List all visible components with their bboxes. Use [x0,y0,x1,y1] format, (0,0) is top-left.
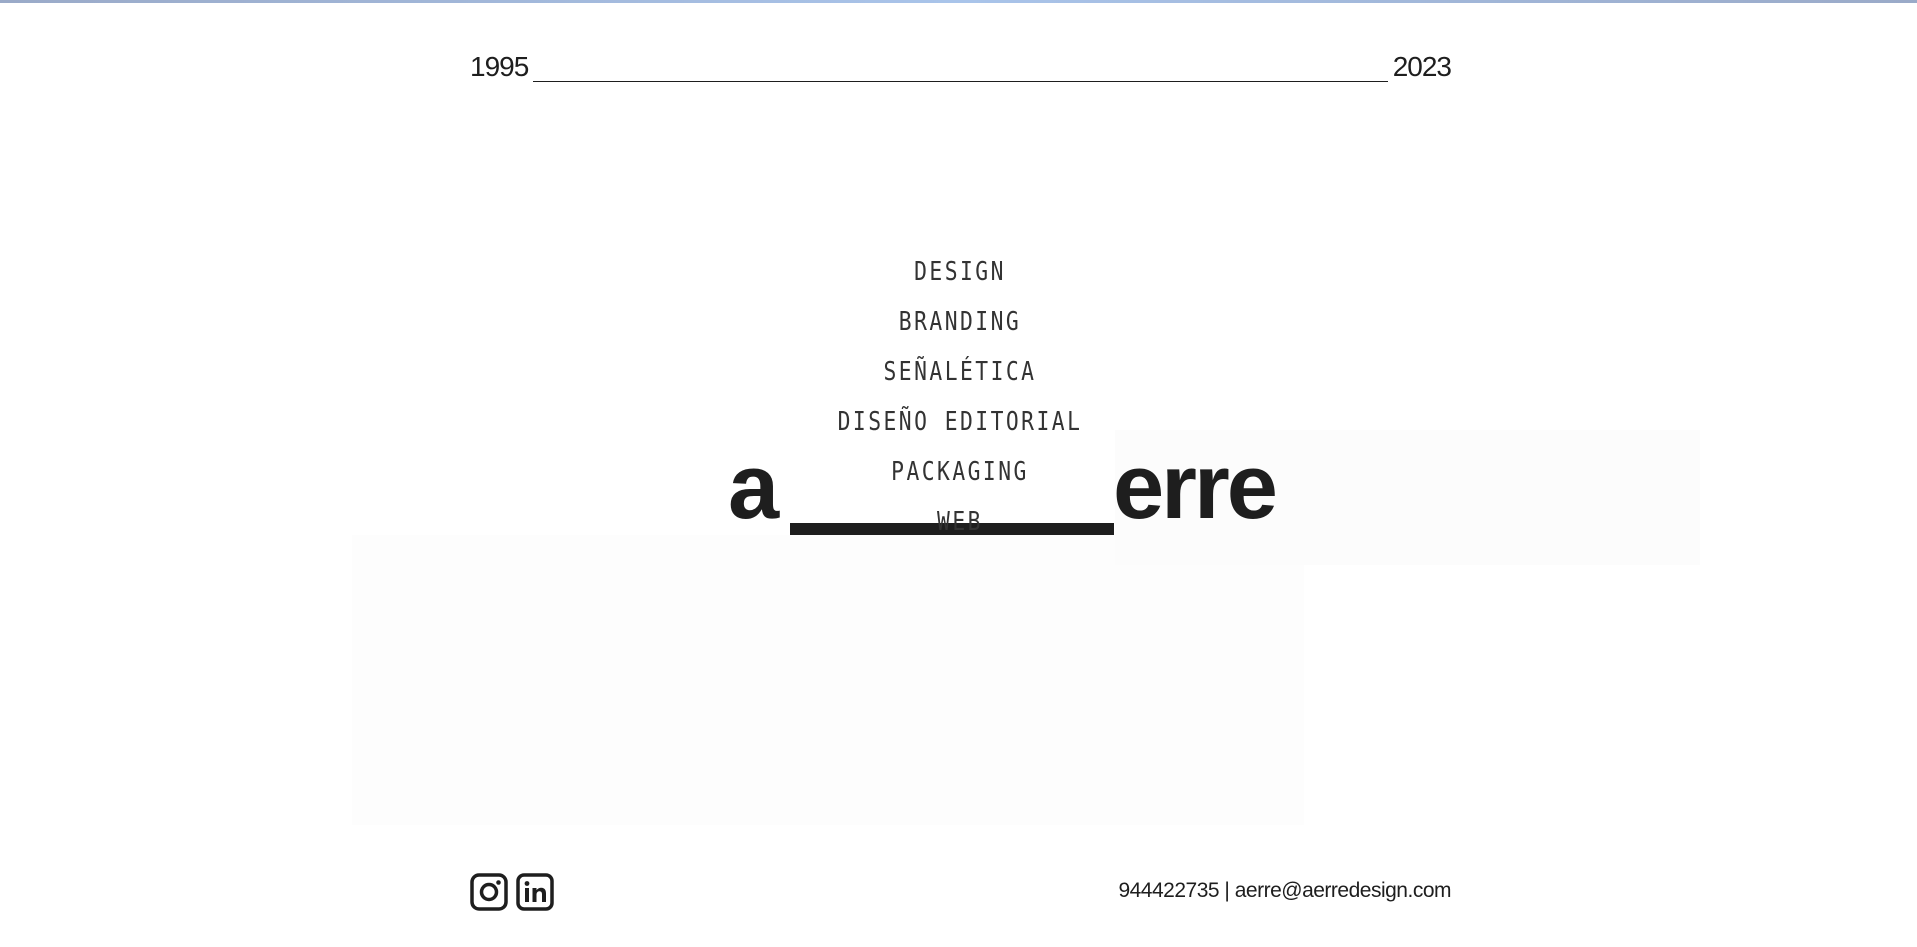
service-item-senaletica[interactable]: SEÑALÉTICA [796,350,1124,400]
services-list: DESIGN BRANDING SEÑALÉTICA DISEÑO EDITOR… [760,250,1160,535]
service-item-diseno-editorial[interactable]: DISEÑO EDITORIAL [796,400,1124,450]
timeline: 1995 2023 [470,50,1452,84]
social-links [470,873,554,913]
contact-separator: | [1224,879,1230,902]
instagram-link[interactable] [470,873,508,911]
phone-number[interactable]: 944422735 [1118,879,1219,902]
service-item-web[interactable]: WEB [796,500,1124,535]
email-link[interactable]: aerre@aerredesign.com [1235,879,1452,902]
top-accent-bar [0,0,1917,3]
instagram-icon [470,873,508,911]
linkedin-icon [516,873,554,911]
timeline-line [533,81,1388,82]
timeline-end-year: 2023 [1392,51,1452,82]
background-panel [352,535,1304,825]
linkedin-link[interactable] [516,873,554,911]
service-item-design[interactable]: DESIGN [796,250,1124,300]
service-item-packaging[interactable]: PACKAGING [796,450,1124,500]
timeline-start-year: 1995 [470,51,529,82]
contact-info: 944422735 | aerre@aerredesign.com [1118,876,1451,906]
service-item-branding[interactable]: BRANDING [796,300,1124,350]
